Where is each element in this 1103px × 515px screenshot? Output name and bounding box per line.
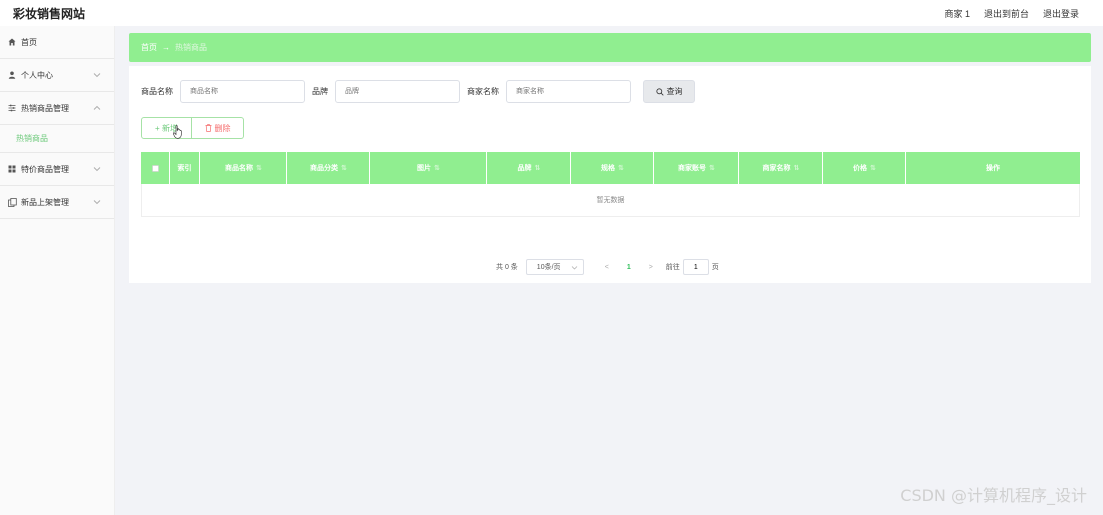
product-name-input[interactable] [180, 80, 305, 103]
add-button[interactable]: + 新增 [141, 117, 192, 139]
sidebar-item-label: 新品上架管理 [21, 197, 69, 207]
breadcrumb: 首页 → 热销商品 [129, 33, 1091, 62]
column-header[interactable]: 商家名称 ⇅ [739, 152, 823, 184]
breadcrumb-separator: → [162, 43, 170, 52]
page-number[interactable]: 1 [618, 264, 640, 271]
page-unit-label: 页 [711, 264, 719, 271]
chevron-down-icon [93, 200, 101, 205]
pagination: 共 0 条 10条/页 < 1 > 前往 页 [496, 259, 719, 275]
column-header[interactable]: 品牌 ⇅ [487, 152, 571, 184]
breadcrumb-current: 热销商品 [175, 43, 207, 52]
chevron-down-icon [93, 167, 101, 172]
column-header[interactable]: 商品分类 ⇅ [287, 152, 370, 184]
sidebar-item-label: 热销商品管理 [21, 103, 69, 113]
user-icon [8, 71, 16, 79]
goto-label: 前往 [665, 264, 680, 271]
merchant-name-label: 商家名称 [467, 87, 499, 96]
current-user[interactable]: 商家 1 [944, 7, 970, 20]
top-nav: 商家 1 退出到前台 退出登录 [944, 7, 1079, 20]
search-button-label: 查询 [666, 87, 683, 96]
site-brand: 彩妆销售网站 [13, 7, 86, 21]
search-icon [655, 87, 664, 96]
sidebar-item-home[interactable]: 首页 [0, 26, 114, 59]
sidebar-item-new-products[interactable]: 新品上架管理 [0, 186, 114, 219]
home-icon [8, 38, 16, 46]
sidebar-item-hot-products[interactable]: 热销商品管理 [0, 92, 114, 125]
chevron-down-icon [93, 73, 101, 78]
empty-state: 暂无数据 [141, 184, 1080, 217]
next-page-button[interactable]: > [640, 264, 662, 271]
brand-input[interactable] [335, 80, 460, 103]
product-name-label: 商品名称 [141, 87, 173, 96]
select-all-checkbox[interactable] [141, 152, 170, 184]
list-panel: 商品名称 品牌 商家名称 查询 + 新增 删除 [129, 66, 1091, 283]
total-count: 共 0 条 [496, 264, 518, 271]
action-bar: + 新增 删除 [141, 117, 244, 139]
breadcrumb-home[interactable]: 首页 [141, 42, 157, 53]
prev-page-button[interactable]: < [596, 264, 618, 271]
delete-button[interactable]: 删除 [192, 117, 244, 139]
column-header[interactable]: 图片 ⇅ [370, 152, 487, 184]
products-table: 索引 商品名称 ⇅ 商品分类 ⇅ 图片 ⇅ 品牌 ⇅ 规格 ⇅ 商家账号 ⇅ 商家名称 ⇅ 价… [141, 152, 1080, 217]
goto-page-input[interactable] [682, 259, 709, 275]
copy-icon [8, 198, 17, 207]
trash-icon [205, 124, 211, 132]
grid-icon [8, 165, 16, 173]
sidebar-item-profile[interactable]: 个人中心 [0, 59, 114, 92]
hand-pointer-icon [173, 125, 182, 139]
sidebar-item-label: 首页 [21, 37, 37, 47]
chevron-down-icon [571, 266, 578, 270]
sliders-icon [8, 104, 16, 112]
search-bar: 商品名称 品牌 商家名称 查询 [141, 80, 695, 103]
sidebar-item-special-products[interactable]: 特价商品管理 [0, 153, 114, 186]
logout-link[interactable]: 退出登录 [1043, 7, 1079, 20]
watermark: CSDN @计算机程序_设计 [900, 486, 1087, 505]
column-header[interactable]: 价格 ⇅ [823, 152, 906, 184]
chevron-up-icon [93, 105, 101, 110]
column-header[interactable]: 商家账号 ⇅ [654, 152, 739, 184]
merchant-name-input[interactable] [506, 80, 631, 103]
column-header[interactable]: 商品名称 ⇅ [200, 152, 287, 184]
table-header: 索引 商品名称 ⇅ 商品分类 ⇅ 图片 ⇅ 品牌 ⇅ 规格 ⇅ 商家账号 ⇅ 商家名称 ⇅ 价… [141, 152, 1080, 184]
brand-label: 品牌 [312, 87, 328, 96]
column-header[interactable]: 规格 ⇅ [571, 152, 654, 184]
sidebar-item-label: 个人中心 [21, 70, 53, 80]
sidebar-subitem-hot-products[interactable]: 热销商品 [0, 125, 114, 153]
main-content: 首页 → 热销商品 商品名称 品牌 商家名称 查询 + 新增 删除 [129, 33, 1091, 283]
column-header: 索引 [170, 152, 200, 184]
column-header: 操作 [986, 165, 1000, 172]
delete-button-label: 删除 [214, 123, 231, 133]
top-bar: 彩妆销售网站 商家 1 退出到前台 退出登录 [0, 0, 1103, 26]
back-to-front-link[interactable]: 退出到前台 [984, 7, 1029, 20]
search-button[interactable]: 查询 [643, 80, 695, 103]
page-size-select[interactable]: 10条/页 [525, 259, 584, 275]
sidebar: 首页 个人中心 热销商品管理 热销商品 特价商品管理 新品上架管理 [0, 26, 115, 515]
sidebar-item-label: 特价商品管理 [21, 164, 69, 174]
